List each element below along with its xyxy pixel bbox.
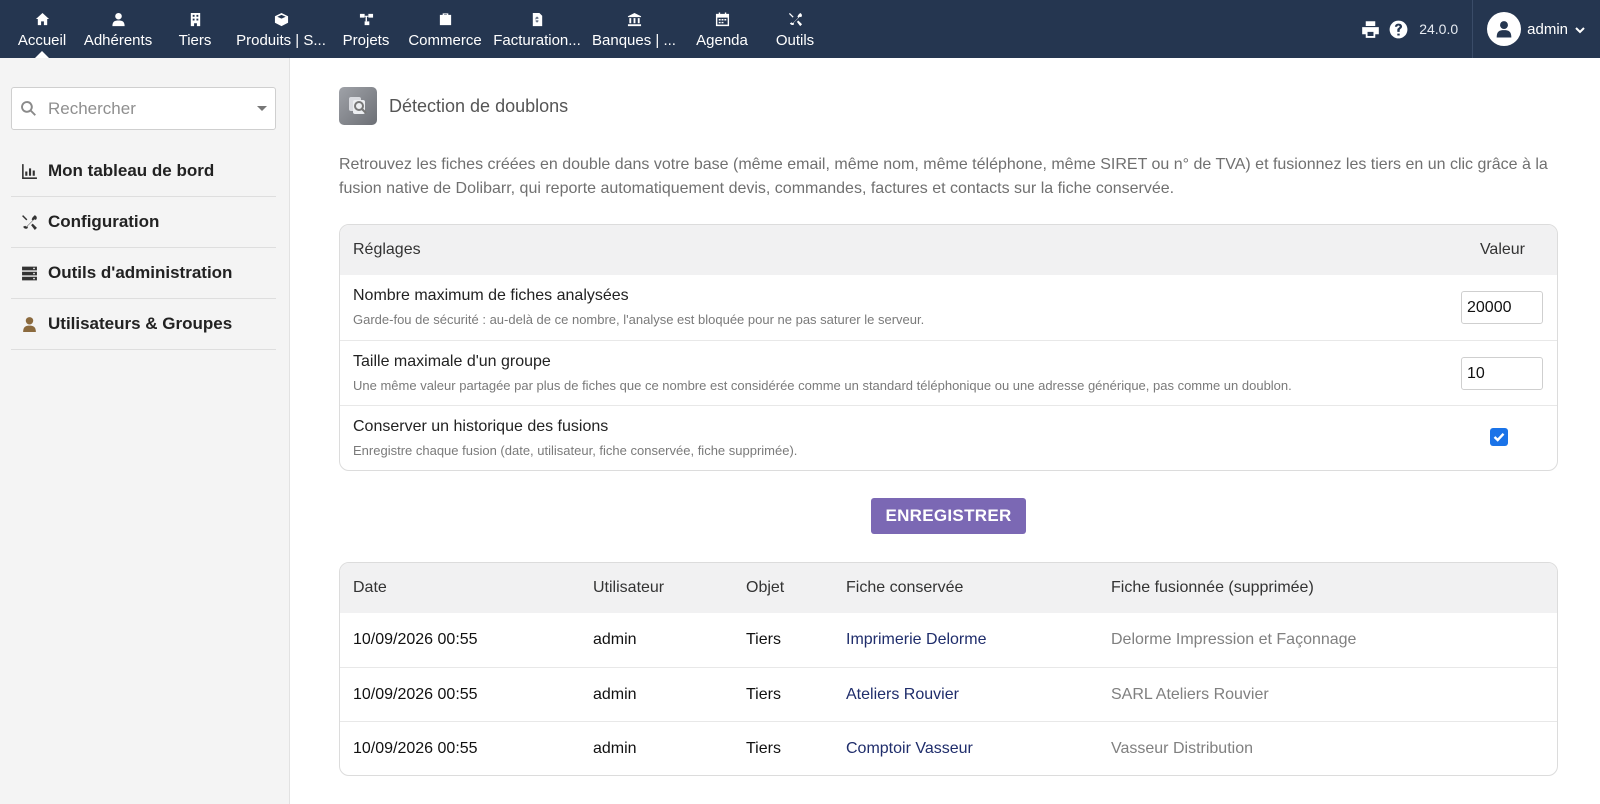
setting-row-keep-history: Conserver un historique des fusions Enre… [340,405,1557,470]
page-header: Détection de doublons [339,87,568,125]
nav-outils[interactable]: Outils [772,0,818,58]
cell-object: Tiers [746,685,781,703]
keep-history-checkbox[interactable] [1490,428,1508,446]
cell-object: Tiers [746,631,781,648]
kept-record-link[interactable]: Imprimerie Delorme [846,613,986,667]
setting-title: Conserver un historique des fusions [353,418,609,435]
suitcase-icon [436,11,454,27]
setting-row-max-records: Nombre maximum de fiches analysées Garde… [340,275,1557,340]
nav-projets[interactable]: Projets [340,0,392,58]
sitemap-icon [357,11,375,27]
search-box[interactable] [11,87,276,130]
settings-header: Réglages Valeur [340,225,1557,275]
chevron-down-icon [1574,23,1586,35]
setting-title: Taille maximale d'un groupe [353,353,551,370]
setting-row-max-group-size: Taille maximale d'un groupe Une même val… [340,340,1557,405]
search-icon [20,100,38,118]
tools-icon [786,11,804,27]
nav-adherents[interactable]: Adhérents [84,0,152,58]
kept-record-link[interactable]: Ateliers Rouvier [846,668,959,721]
invoice-icon [528,11,546,27]
nav-facturation[interactable]: Facturation... [492,0,582,58]
settings-header-value: Valeur [1479,241,1525,258]
cell-date: 10/09/2026 00:55 [353,685,478,703]
calendar-icon [713,11,731,27]
merge-history-table: Date Utilisateur Objet Fiche conservée F… [339,562,1558,776]
cell-merged-record: SARL Ateliers Rouvier [1111,685,1269,703]
max-group-size-input[interactable] [1461,357,1543,390]
page-title: Détection de doublons [389,95,569,116]
nav-produits[interactable]: Produits | S... [236,0,326,58]
printer-icon[interactable] [1359,18,1381,40]
user-icon [1496,21,1512,38]
bank-icon [625,11,643,27]
tools-icon [19,212,39,232]
duplicate-search-icon [339,87,377,125]
nav-agenda[interactable]: Agenda [694,0,750,58]
page-description: Retrouvez les fiches créées en double da… [339,156,1548,197]
save-button[interactable]: ENREGISTRER [871,498,1026,534]
column-header-merged-record[interactable]: Fiche fusionnée (supprimée) [1111,563,1314,613]
search-input[interactable] [48,98,248,119]
cell-merged-record: Delorme Impression et Façonnage [1111,631,1357,648]
sidebar-item-dashboard[interactable]: Mon tableau de bord [11,146,276,197]
cell-user: admin [593,739,637,757]
sidebar-item-users-groups[interactable]: Utilisateurs & Groupes [11,299,276,350]
dropdown-caret-icon[interactable] [257,106,267,111]
column-header-object[interactable]: Objet [746,563,784,613]
setting-help: Une même valeur partagée par plus de fic… [353,378,1292,393]
settings-panel: Réglages Valeur Nombre maximum de fiches… [339,224,1558,471]
kept-record-link[interactable]: Comptoir Vasseur [846,722,973,775]
top-navbar: Accueil Adhérents Tiers Produits | S... … [0,0,1600,58]
server-icon [19,263,39,283]
setting-help: Enregistre chaque fusion (date, utilisat… [353,443,798,458]
setting-help: Garde-fou de sécurité : au-delà de ce no… [353,312,925,327]
column-header-user[interactable]: Utilisateur [593,563,664,613]
cell-user: admin [593,631,637,648]
setting-title: Nombre maximum de fiches analysées [353,287,629,304]
table-row: 10/09/2026 00:55 admin Tiers Ateliers Ro… [340,667,1557,721]
sidebar-item-admin-tools[interactable]: Outils d'administration [11,248,276,299]
table-row: 10/09/2026 00:55 admin Tiers Imprimerie … [340,613,1557,667]
cell-merged-record: Vasseur Distribution [1111,739,1253,757]
sidebar-item-configuration[interactable]: Configuration [11,197,276,248]
sidebar: Mon tableau de bord Configuration Outils… [0,58,290,804]
home-icon [33,11,51,27]
building-icon [186,11,204,27]
avatar [1487,12,1522,46]
settings-header-label: Réglages [353,241,421,258]
cell-date: 10/09/2026 00:55 [353,631,478,648]
user-icon [19,314,39,334]
table-row: 10/09/2026 00:55 admin Tiers Comptoir Va… [340,721,1557,775]
sidebar-menu: Mon tableau de bord Configuration Outils… [11,146,276,350]
cell-date: 10/09/2026 00:55 [353,739,478,757]
user-icon [109,11,127,27]
nav-banques[interactable]: Banques | ... [592,0,676,58]
help-icon[interactable] [1387,18,1409,40]
version-label: 24.0.0 [1419,21,1459,37]
cell-user: admin [593,685,637,703]
nav-commerce[interactable]: Commerce [408,0,482,58]
nav-accueil[interactable]: Accueil [14,0,70,58]
table-header: Date Utilisateur Objet Fiche conservée F… [340,563,1557,613]
cube-icon [272,11,290,27]
username-label: admin [1527,20,1568,38]
column-header-kept-record[interactable]: Fiche conservée [846,563,963,613]
column-header-date[interactable]: Date [353,563,387,613]
chart-bar-icon [19,161,39,181]
check-icon [1493,432,1505,442]
user-menu[interactable]: admin [1472,0,1600,58]
max-records-input[interactable] [1461,291,1543,324]
cell-object: Tiers [746,739,781,757]
nav-tiers[interactable]: Tiers [170,0,220,58]
